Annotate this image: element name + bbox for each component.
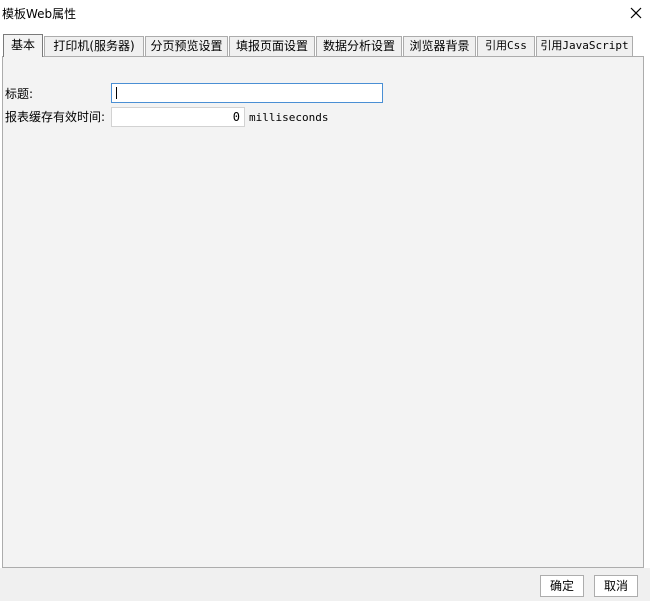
cache-time-label: 报表缓存有效时间: [5, 110, 106, 124]
tab-data-analysis[interactable]: 数据分析设置 [316, 36, 402, 56]
cache-time-value: 0 [232, 110, 240, 124]
tab-printer-server[interactable]: 打印机(服务器) [44, 36, 144, 56]
tab-basic[interactable]: 基本 [3, 34, 43, 57]
tab-panel-basic: 标题: 报表缓存有效时间: 0 milliseconds [2, 56, 644, 568]
tab-fill-page[interactable]: 填报页面设置 [229, 36, 315, 56]
title-input[interactable] [111, 83, 383, 103]
cache-time-unit: milliseconds [249, 111, 329, 124]
title-label: 标题: [5, 87, 34, 101]
text-caret [116, 87, 117, 99]
cancel-button[interactable]: 取消 [594, 575, 638, 597]
cache-time-input[interactable]: 0 [111, 107, 245, 127]
title-bar: 模板Web属性 [0, 0, 650, 28]
tab-ref-css[interactable]: 引用Css [477, 36, 535, 56]
tab-browser-background[interactable]: 浏览器背景 [403, 36, 476, 56]
window-title: 模板Web属性 [2, 7, 77, 21]
close-icon[interactable] [628, 5, 644, 21]
tab-page-preview[interactable]: 分页预览设置 [145, 36, 228, 56]
ok-button[interactable]: 确定 [540, 575, 584, 597]
tab-strip: 基本 打印机(服务器) 分页预览设置 填报页面设置 数据分析设置 浏览器背景 引… [3, 34, 643, 57]
tab-ref-javascript[interactable]: 引用JavaScript [536, 36, 633, 56]
dialog-footer: 确定 取消 [0, 568, 650, 601]
